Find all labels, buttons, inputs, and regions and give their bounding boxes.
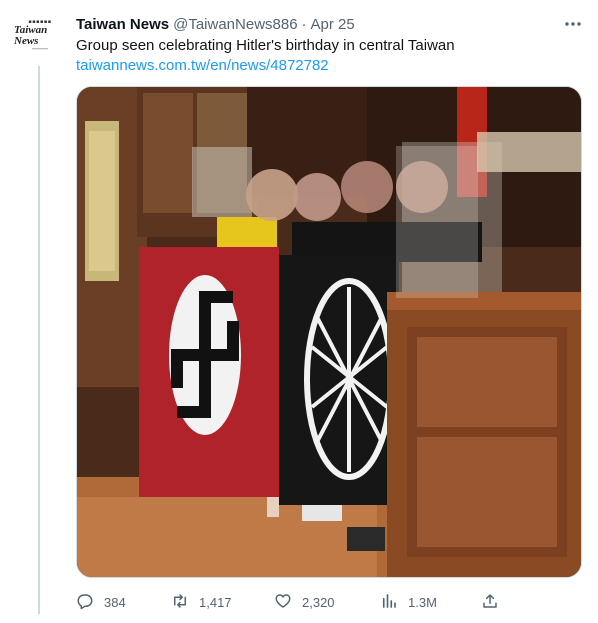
retweet-count: 1,417 bbox=[199, 594, 232, 610]
reply-icon bbox=[76, 592, 94, 613]
analytics-icon bbox=[380, 592, 398, 613]
red-flag bbox=[139, 247, 279, 497]
avatar-logo: Taiwan News bbox=[14, 24, 48, 47]
avatar[interactable]: ▪▪▪▪▪▪ Taiwan News ━━━━━━━━━ bbox=[14, 19, 66, 51]
like-count: 2,320 bbox=[302, 594, 335, 610]
user-handle[interactable]: @TaiwanNews886 bbox=[173, 16, 297, 33]
separator-dot: · bbox=[301, 15, 307, 33]
avatar-logo-sub: ━━━━━━━━━ bbox=[31, 47, 49, 51]
tweet-text: Group seen celebrating Hitler's birthday… bbox=[76, 37, 455, 54]
photo-scene bbox=[77, 87, 581, 577]
article-link[interactable]: taiwannews.com.tw/en/news/4872782 bbox=[76, 56, 329, 76]
retweet-button[interactable]: 1,417 bbox=[171, 590, 232, 614]
views-button[interactable]: 1.3M bbox=[380, 590, 437, 614]
thread-line bbox=[38, 66, 40, 614]
tweet-photo[interactable] bbox=[76, 86, 582, 578]
share-button[interactable] bbox=[481, 590, 499, 614]
reply-count: 384 bbox=[104, 594, 126, 610]
wooden-counter bbox=[387, 292, 581, 577]
like-button[interactable]: 2,320 bbox=[274, 590, 335, 614]
reply-button[interactable]: 384 bbox=[76, 590, 126, 614]
views-count: 1.3M bbox=[408, 594, 437, 610]
display-name[interactable]: Taiwan News bbox=[76, 16, 169, 33]
tweet-actions: 384 1,417 2,320 1.3M bbox=[76, 590, 506, 614]
tweet-header: Taiwan News @TaiwanNews886 · Apr 25 bbox=[76, 14, 355, 34]
retweet-icon bbox=[171, 592, 189, 613]
share-icon bbox=[481, 592, 499, 613]
tweet[interactable]: ▪▪▪▪▪▪ Taiwan News ━━━━━━━━━ Taiwan News… bbox=[0, 0, 598, 623]
tweet-date[interactable]: Apr 25 bbox=[311, 16, 355, 33]
black-flag bbox=[279, 255, 399, 505]
more-horizontal-icon[interactable] bbox=[562, 14, 584, 34]
heart-icon bbox=[274, 592, 292, 613]
